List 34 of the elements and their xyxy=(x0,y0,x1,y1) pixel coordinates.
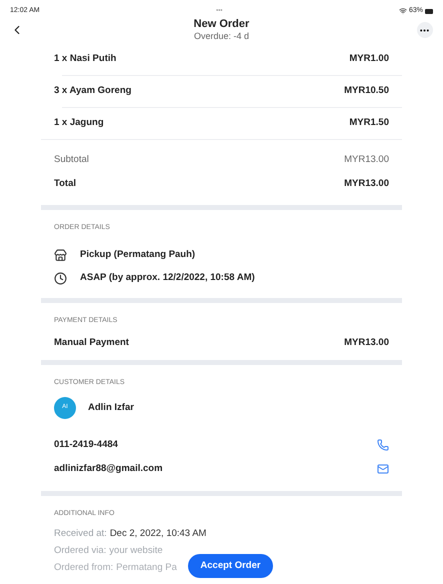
more-icon xyxy=(420,28,430,32)
info-label: Ordered via: xyxy=(54,544,106,558)
accept-order-button[interactable]: Accept Order xyxy=(188,554,273,578)
item-price: MYR1.50 xyxy=(349,116,389,130)
total-value: MYR13.00 xyxy=(344,176,389,191)
item-name: 1 x Jagung xyxy=(54,116,104,130)
subtotal-value: MYR13.00 xyxy=(344,152,389,167)
item-price: MYR10.50 xyxy=(344,84,389,98)
payment-method: Manual Payment xyxy=(54,336,129,350)
phone-icon[interactable] xyxy=(377,438,389,451)
item-name: 3 x Ayam Goreng xyxy=(54,84,132,98)
subtotal-label: Subtotal xyxy=(54,152,89,167)
wifi-icon xyxy=(398,7,407,15)
page-subtitle: Overdue: -4 d xyxy=(194,31,249,42)
clock-icon xyxy=(54,272,67,284)
order-detail-text: ASAP (by approx. 12/2/2022, 10:58 AM) xyxy=(80,270,255,285)
total-label: Total xyxy=(54,176,76,191)
info-value: your website xyxy=(109,544,163,558)
page-title: New Order xyxy=(194,18,250,31)
info-value: Permatang Pa xyxy=(116,560,177,575)
order-detail-text: Pickup (Permatang Pauh) xyxy=(80,248,196,262)
battery-icon xyxy=(425,8,433,14)
item-price: MYR1.00 xyxy=(349,52,389,66)
info-label: Received at: xyxy=(54,526,107,541)
mail-icon[interactable] xyxy=(377,462,389,475)
item-name: 1 x Nasi Putih xyxy=(54,52,116,66)
info-value: Dec 2, 2022, 10:43 AM xyxy=(110,526,206,541)
info-label: Ordered from: xyxy=(54,560,114,575)
payment-amount: MYR13.00 xyxy=(344,336,389,350)
more-button[interactable] xyxy=(416,22,433,38)
customer-name: Adlin Izfar xyxy=(88,400,134,415)
contact-text: adlinizfar88@gmail.com xyxy=(54,462,163,476)
contact-text: 011-2419-4484 xyxy=(54,438,118,452)
store-icon xyxy=(54,248,67,262)
